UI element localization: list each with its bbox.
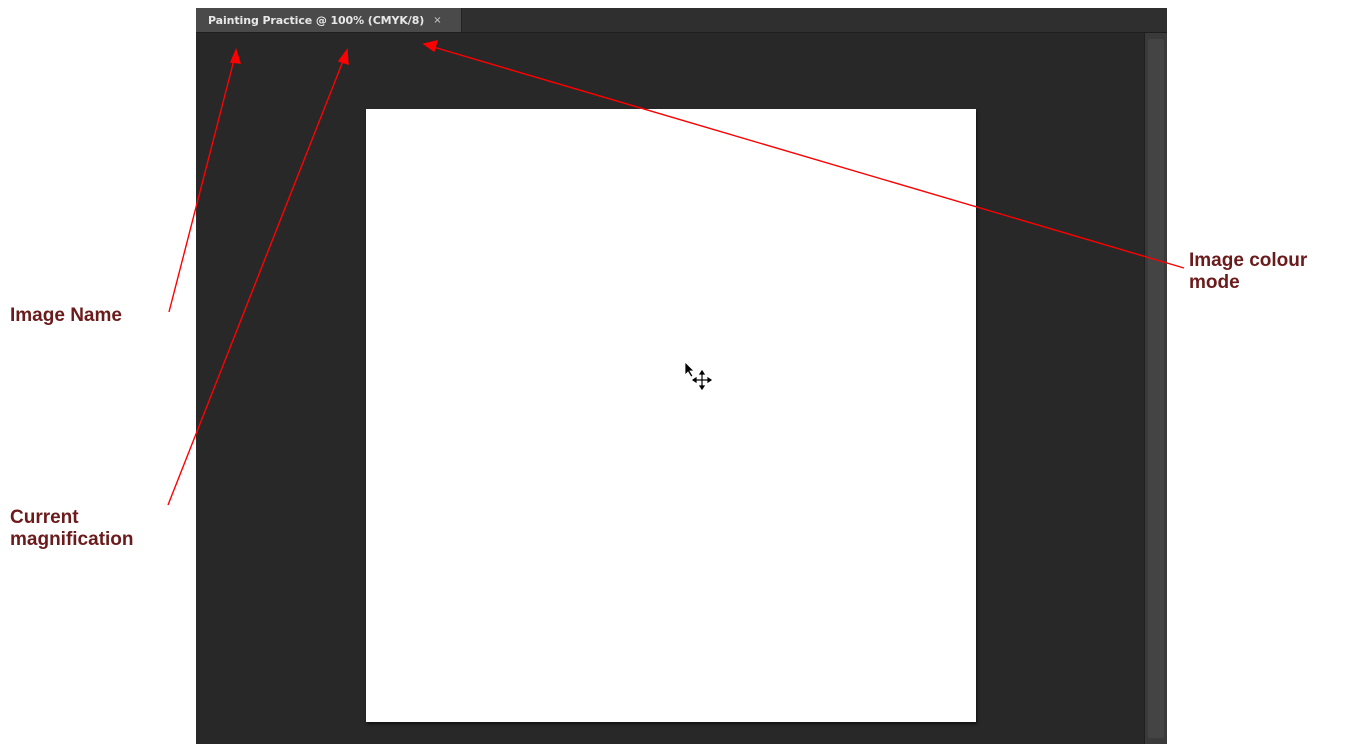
canvas-work-area[interactable] bbox=[196, 33, 1145, 744]
move-tool-cursor-icon bbox=[684, 361, 713, 391]
scrollbar-thumb[interactable] bbox=[1148, 39, 1164, 738]
annotation-image-name: Image Name bbox=[10, 305, 122, 326]
document-canvas[interactable] bbox=[366, 109, 976, 722]
close-icon[interactable]: × bbox=[433, 15, 441, 26]
annotation-image-colour-mode: Image colour mode bbox=[1189, 250, 1308, 293]
document-tab[interactable]: Painting Practice @ 100% (CMYK/8) × bbox=[196, 8, 462, 32]
screenshot-stage: Painting Practice @ 100% (CMYK/8) × Imag… bbox=[0, 0, 1358, 744]
document-window: Painting Practice @ 100% (CMYK/8) × bbox=[196, 8, 1167, 744]
annotation-current-magnification: Current magnification bbox=[10, 507, 134, 550]
vertical-scrollbar[interactable] bbox=[1144, 33, 1167, 744]
document-tab-bar: Painting Practice @ 100% (CMYK/8) × bbox=[196, 8, 1167, 33]
document-tab-title: Painting Practice @ 100% (CMYK/8) bbox=[208, 13, 425, 27]
